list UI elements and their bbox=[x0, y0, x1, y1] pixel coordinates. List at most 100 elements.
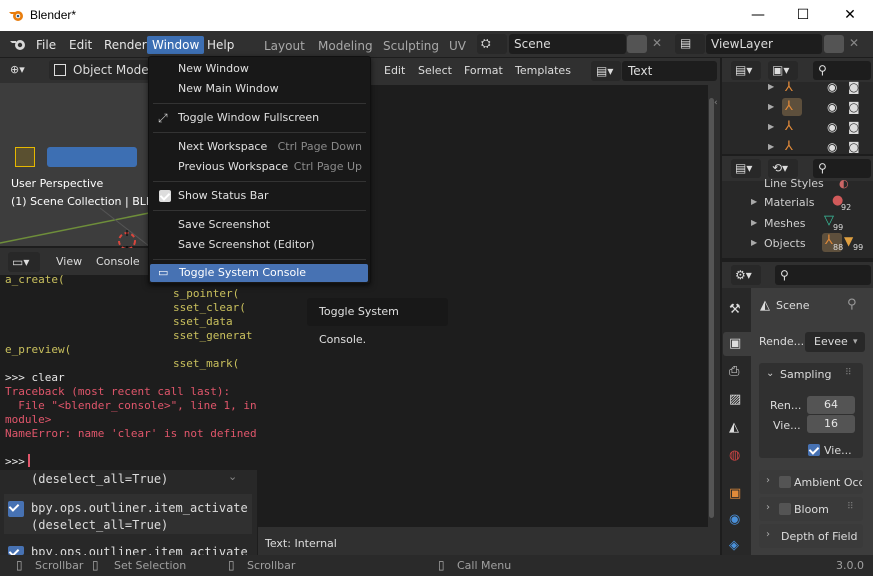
chevron-left-icon[interactable]: ‹ bbox=[714, 98, 718, 108]
expand-arrow-icon[interactable]: ▶ bbox=[751, 218, 757, 227]
expand-arrow-icon[interactable]: ▶ bbox=[768, 102, 774, 111]
maximize-button[interactable]: ☐ bbox=[780, 0, 826, 31]
render-engine-select[interactable]: Eevee ▾ bbox=[805, 332, 865, 352]
render-camera-icon[interactable]: ◙ bbox=[848, 140, 860, 153]
expand-arrow-icon[interactable]: ▶ bbox=[768, 82, 774, 91]
tool-tab-icon[interactable]: ⚒ bbox=[729, 302, 741, 317]
menu-item-new-main-window[interactable]: New Main Window bbox=[149, 80, 370, 98]
blend-display-mode-icon[interactable]: ⟲▾ bbox=[768, 159, 798, 178]
scene-tab-icon[interactable]: ◭ bbox=[729, 420, 739, 435]
expand-arrow-icon[interactable]: ▶ bbox=[768, 142, 774, 151]
blender-menu-icon[interactable] bbox=[9, 37, 27, 51]
minimize-button[interactable]: — bbox=[735, 0, 781, 31]
report-checkbox[interactable] bbox=[8, 501, 24, 517]
outliner-search-icon[interactable]: ⚲ bbox=[813, 61, 871, 80]
workspace-tab-uv[interactable]: UV bbox=[449, 39, 466, 53]
render-camera-icon[interactable]: ◙ bbox=[848, 120, 860, 134]
world-tab-icon[interactable]: ◍ bbox=[729, 448, 740, 463]
select-mode-buttons[interactable] bbox=[47, 147, 137, 167]
console-editor-type-icon[interactable]: ▭▾ bbox=[8, 252, 40, 272]
expand-arrow-icon[interactable]: ▶ bbox=[751, 197, 757, 206]
menu-window[interactable]: Window bbox=[147, 36, 205, 54]
console-menu-view[interactable]: View bbox=[56, 255, 82, 268]
render-camera-icon[interactable]: ◙ bbox=[848, 80, 860, 94]
duplicate-scene-icon[interactable] bbox=[627, 35, 647, 53]
particles-tab-icon[interactable]: ◈ bbox=[729, 538, 739, 555]
outliner[interactable]: ▤▾ ▣▾ ⚲ ▶ ⅄ ◉ ◙ ▶ ⅄ ◉ ◙ ▶ ⅄ ◉ ◙ ▶ ⅄ ◉ ◙ bbox=[722, 58, 873, 154]
bloom-panel[interactable]: › Bloom ⠿ bbox=[759, 497, 863, 521]
3d-viewport[interactable]: ⊕▾ Object Mode User Perspective (1) Scen… bbox=[0, 58, 160, 252]
report-checkbox[interactable] bbox=[8, 546, 24, 555]
outliner-editor-type-icon[interactable]: ▤▾ bbox=[731, 61, 761, 80]
menu-item-toggle-fullscreen[interactable]: ⤢ Toggle Window Fullscreen bbox=[149, 109, 370, 127]
visibility-eye-icon[interactable]: ◉ bbox=[827, 100, 837, 114]
select-tool-icon[interactable] bbox=[15, 147, 35, 167]
viewlayer-selector[interactable]: ▤ bbox=[675, 34, 705, 54]
render-tab-icon[interactable]: ▣ bbox=[729, 336, 741, 351]
info-editor[interactable]: (deselect_all=True) ⌄ bpy.ops.outliner.i… bbox=[0, 470, 257, 555]
menu-item-save-screenshot-editor[interactable]: Save Screenshot (Editor) bbox=[149, 236, 370, 254]
render-camera-icon[interactable]: ◙ bbox=[848, 100, 860, 114]
chevron-down-icon[interactable]: ⌄ bbox=[228, 470, 237, 483]
scene-selector[interactable]: ⛭ bbox=[477, 34, 507, 54]
menu-help[interactable]: Help bbox=[202, 36, 239, 54]
remove-scene-icon[interactable]: ✕ bbox=[652, 36, 662, 50]
viewport-denoise-checkbox[interactable] bbox=[808, 444, 820, 456]
menu-item-toggle-system-console[interactable]: ▭ Toggle System Console bbox=[150, 264, 368, 282]
ambient-occlusion-panel[interactable]: › Ambient Occl bbox=[759, 470, 863, 494]
datablock-meshes[interactable]: Meshes bbox=[764, 217, 805, 230]
menu-render[interactable]: Render bbox=[99, 36, 152, 54]
workspace-tab-sculpting[interactable]: Sculpting bbox=[383, 39, 439, 53]
display-mode-icon[interactable]: ▣▾ bbox=[768, 61, 798, 80]
menu-edit[interactable]: Edit bbox=[64, 36, 97, 54]
ambient-occlusion-checkbox[interactable] bbox=[779, 476, 791, 488]
object-tab-icon[interactable]: ▣ bbox=[729, 486, 741, 501]
bloom-checkbox[interactable] bbox=[779, 503, 791, 515]
drag-handle-icon[interactable]: ⠿ bbox=[845, 368, 852, 378]
menu-item-save-screenshot[interactable]: Save Screenshot bbox=[149, 216, 370, 234]
blend-file-view[interactable]: ▤▾ ⟲▾ ⚲ Line Styles ◐ ▶ Materials ● 92 ▶… bbox=[722, 156, 873, 258]
text-browse-icon[interactable]: ▤▾ bbox=[591, 61, 621, 81]
expand-arrow-icon[interactable]: ▶ bbox=[751, 238, 757, 247]
show-status-bar-checkbox[interactable] bbox=[159, 190, 171, 202]
blend-search-icon[interactable]: ⚲ bbox=[813, 159, 871, 178]
duplicate-viewlayer-icon[interactable] bbox=[824, 35, 844, 53]
modifier-tab-icon[interactable]: ◉ bbox=[729, 512, 740, 527]
pin-icon[interactable]: ⚲ bbox=[847, 297, 857, 312]
text-name-field[interactable]: Text bbox=[622, 61, 717, 81]
viewlayer-name-field[interactable]: ViewLayer bbox=[706, 34, 822, 54]
visibility-eye-icon[interactable]: ◉ bbox=[827, 140, 837, 153]
output-tab-icon[interactable]: ⎙ bbox=[729, 364, 739, 379]
menu-item-previous-workspace[interactable]: Previous Workspace Ctrl Page Up bbox=[149, 158, 370, 176]
visibility-eye-icon[interactable]: ◉ bbox=[827, 120, 837, 134]
datablock-line-styles[interactable]: Line Styles bbox=[764, 177, 824, 189]
workspace-tab-layout[interactable]: Layout bbox=[264, 39, 305, 53]
expand-arrow-icon[interactable]: ▶ bbox=[768, 122, 774, 131]
drag-handle-icon[interactable]: ⠿ bbox=[847, 502, 854, 512]
text-menu-edit[interactable]: Edit bbox=[384, 64, 405, 77]
workspace-tab-modeling[interactable]: Modeling bbox=[318, 39, 373, 53]
view-layer-tab-icon[interactable]: ▨ bbox=[729, 392, 741, 407]
visibility-eye-icon[interactable]: ◉ bbox=[827, 80, 837, 94]
remove-viewlayer-icon[interactable]: ✕ bbox=[849, 36, 859, 50]
sampling-panel-title[interactable]: Sampling bbox=[780, 368, 832, 381]
scene-name-field[interactable]: Scene bbox=[509, 34, 626, 54]
text-scrollbar[interactable] bbox=[709, 98, 714, 518]
datablock-materials[interactable]: Materials bbox=[764, 196, 814, 209]
console-menu-console[interactable]: Console bbox=[96, 255, 140, 268]
menu-file[interactable]: File bbox=[31, 36, 61, 54]
chevron-down-icon[interactable]: ⌄ bbox=[766, 368, 774, 379]
blend-editor-type-icon[interactable]: ▤▾ bbox=[731, 159, 761, 178]
viewport-samples-field[interactable]: 16 bbox=[807, 415, 855, 433]
text-menu-select[interactable]: Select bbox=[418, 64, 452, 77]
depth-of-field-panel[interactable]: › Depth of Field bbox=[759, 524, 863, 548]
menu-item-new-window[interactable]: New Window bbox=[149, 60, 370, 78]
datablock-objects[interactable]: Objects bbox=[764, 237, 806, 250]
menu-item-show-status-bar[interactable]: Show Status Bar bbox=[149, 187, 370, 205]
text-menu-format[interactable]: Format bbox=[464, 64, 503, 77]
properties-editor-type-icon[interactable]: ⚙▾ bbox=[731, 265, 761, 285]
close-button[interactable]: ✕ bbox=[827, 0, 873, 31]
text-menu-templates[interactable]: Templates bbox=[515, 64, 571, 77]
properties-search-icon[interactable]: ⚲ bbox=[775, 265, 871, 285]
menu-item-next-workspace[interactable]: Next Workspace Ctrl Page Down bbox=[149, 138, 370, 156]
